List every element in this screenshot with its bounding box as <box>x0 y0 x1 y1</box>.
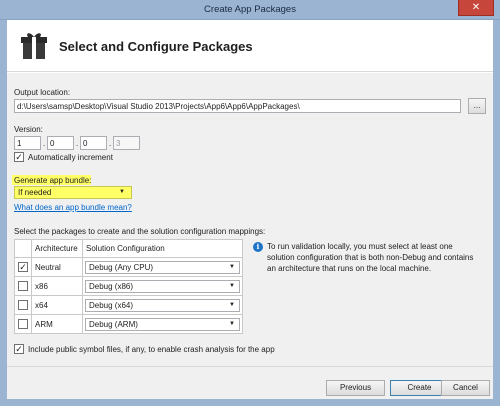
chevron-down-icon: ▼ <box>119 189 125 195</box>
bundle-help-link[interactable]: What does an app bundle mean? <box>14 203 132 212</box>
auto-increment-checkbox[interactable]: ✓ <box>14 152 24 162</box>
auto-increment-label: Automatically increment <box>28 153 113 162</box>
configuration-cell: Debug (Any CPU) ▼ <box>82 257 243 277</box>
row-checkbox-cell <box>14 314 32 334</box>
chevron-down-icon: ▼ <box>229 302 235 308</box>
version-major-input[interactable] <box>14 136 41 150</box>
public-symbols-label: Include public symbol files, if any, to … <box>28 345 275 354</box>
public-symbols-checkbox[interactable]: ✓ <box>14 344 24 354</box>
packages-instruction: Select the packages to create and the so… <box>14 227 266 236</box>
version-minor-input[interactable] <box>47 136 74 150</box>
table-row: ✓ Neutral Debug (Any CPU) ▼ <box>14 257 243 277</box>
neutral-checkbox[interactable]: ✓ <box>18 262 28 272</box>
previous-button[interactable]: Previous <box>326 380 385 396</box>
architecture-cell: x86 <box>31 276 83 296</box>
browse-button[interactable]: ... <box>468 98 486 114</box>
configuration-dropdown[interactable]: Debug (x64) ▼ <box>85 299 240 312</box>
configuration-cell: Debug (x64) ▼ <box>82 295 243 315</box>
configuration-dropdown[interactable]: Debug (Any CPU) ▼ <box>85 261 240 274</box>
version-separator: . <box>43 139 46 148</box>
arm-checkbox[interactable] <box>18 319 28 329</box>
table-header-cell <box>14 239 32 258</box>
window-border-bottom <box>0 399 500 406</box>
version-separator: . <box>109 139 112 148</box>
chevron-down-icon: ▼ <box>229 283 235 289</box>
cancel-button[interactable]: Cancel <box>441 380 490 396</box>
table-row: ARM Debug (ARM) ▼ <box>14 314 243 334</box>
configuration-dropdown[interactable]: Debug (ARM) ▼ <box>85 318 240 331</box>
window-title: Create App Packages <box>204 4 296 15</box>
version-separator: . <box>76 139 79 148</box>
bundle-selected-value: If needed <box>18 188 52 197</box>
table-row: x86 Debug (x86) ▼ <box>14 276 243 296</box>
version-label: Version: <box>14 125 43 134</box>
package-icon <box>19 31 49 63</box>
configuration-value: Debug (Any CPU) <box>89 263 154 272</box>
packages-table: Architecture Solution Configuration ✓ Ne… <box>14 239 243 334</box>
row-checkbox-cell: ✓ <box>14 257 32 277</box>
architecture-cell: Neutral <box>31 257 83 277</box>
bundle-label: Generate app bundle: <box>14 176 92 185</box>
title-bar: Create App Packages ✕ <box>0 0 500 20</box>
chevron-down-icon: ▼ <box>229 321 235 327</box>
configuration-value: Debug (x64) <box>89 301 134 310</box>
wizard-content: Output location: ... Version: . . . ✓ Au… <box>7 73 493 399</box>
configuration-dropdown[interactable]: Debug (x86) ▼ <box>85 280 240 293</box>
output-location-input[interactable] <box>14 99 461 113</box>
configuration-cell: Debug (x86) ▼ <box>82 276 243 296</box>
x64-checkbox[interactable] <box>18 300 28 310</box>
output-location-label: Output location: <box>14 88 71 97</box>
configuration-value: Debug (x86) <box>89 282 134 291</box>
row-checkbox-cell <box>14 295 32 315</box>
info-icon: i <box>253 242 263 252</box>
footer-divider <box>7 366 493 367</box>
table-row: x64 Debug (x64) ▼ <box>14 295 243 315</box>
x86-checkbox[interactable] <box>18 281 28 291</box>
version-revision-input[interactable] <box>113 136 140 150</box>
table-header-row: Architecture Solution Configuration <box>14 239 243 258</box>
architecture-column-header: Architecture <box>31 239 83 258</box>
architecture-cell: ARM <box>31 314 83 334</box>
chevron-down-icon: ▼ <box>229 264 235 270</box>
configuration-value: Debug (ARM) <box>89 320 138 329</box>
architecture-cell: x64 <box>31 295 83 315</box>
close-button[interactable]: ✕ <box>458 0 494 16</box>
page-title: Select and Configure Packages <box>59 39 253 54</box>
wizard-header: Select and Configure Packages <box>7 20 493 72</box>
window-border-right <box>493 20 500 406</box>
configuration-column-header: Solution Configuration <box>82 239 243 258</box>
row-checkbox-cell <box>14 276 32 296</box>
validation-info-text: To run validation locally, you must sele… <box>267 242 474 273</box>
version-build-input[interactable] <box>80 136 107 150</box>
window-border-left <box>0 20 7 406</box>
configuration-cell: Debug (ARM) ▼ <box>82 314 243 334</box>
bundle-dropdown[interactable]: If needed ▼ <box>14 186 132 199</box>
